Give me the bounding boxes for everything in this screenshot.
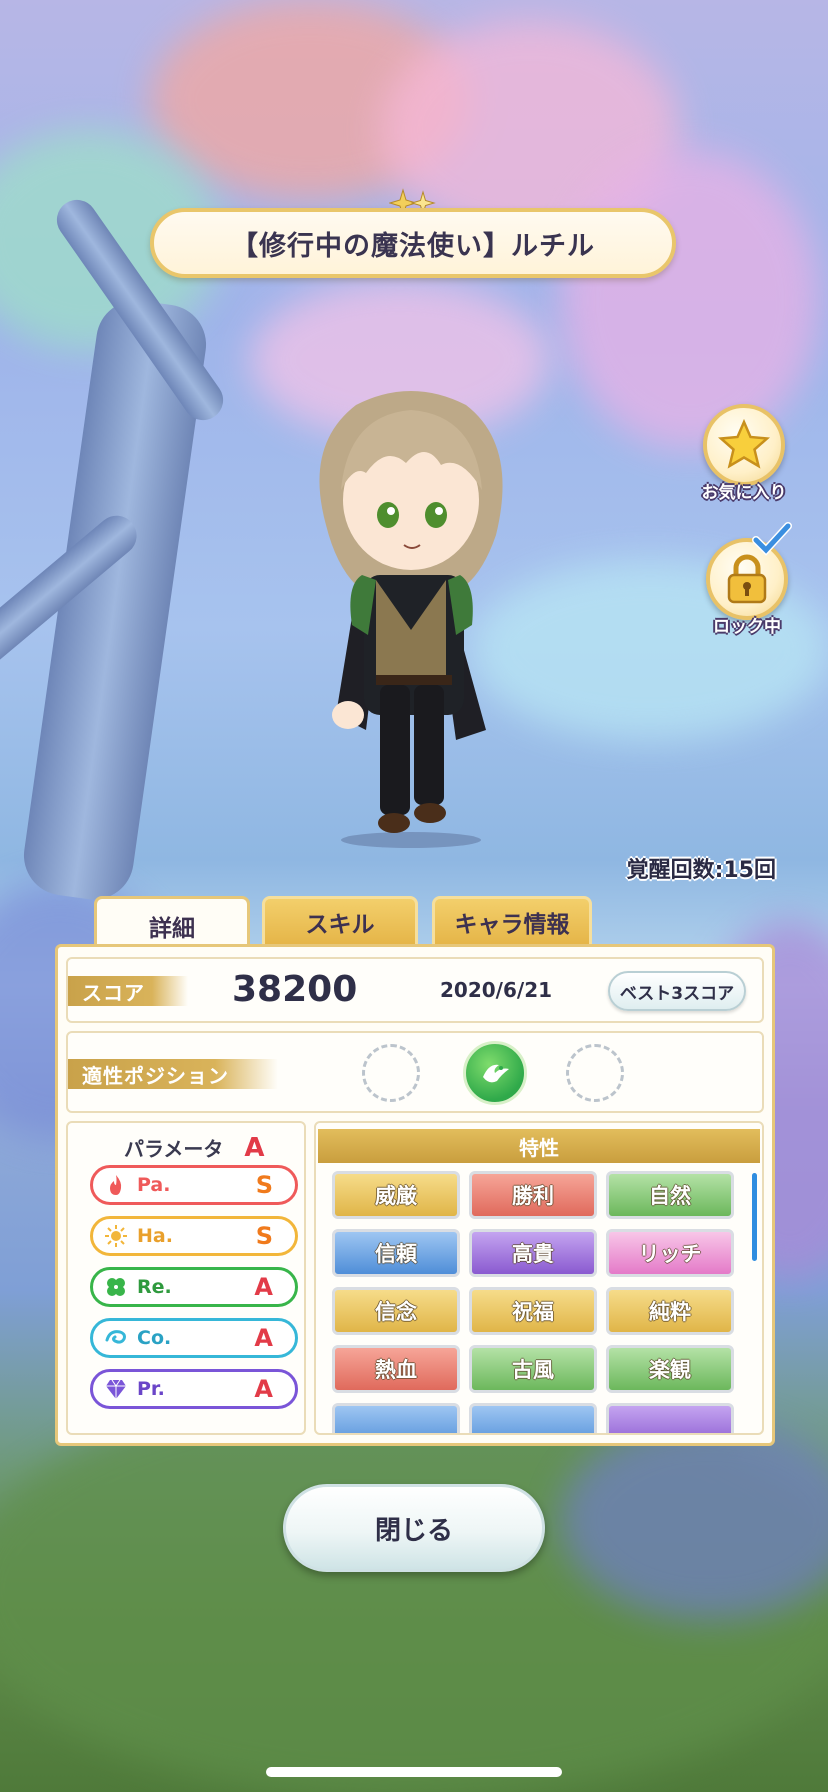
trait-item-partial	[469, 1403, 597, 1433]
awaken-count: 覚醒回数:15回	[626, 858, 776, 883]
parameters-overall-grade: A	[244, 1133, 265, 1163]
favorite-label: お気に入り	[701, 483, 787, 503]
trait-item-partial	[332, 1403, 460, 1433]
trait-item: 熱血	[332, 1345, 460, 1393]
star-icon	[717, 418, 771, 469]
param-grade-ha: S	[255, 1222, 273, 1250]
character-sprite	[319, 391, 503, 848]
param-row-re: Re. A	[90, 1267, 298, 1307]
favorite-button[interactable]: お気に入り	[696, 404, 792, 503]
score-row: スコア 38200 2020/6/21 ベスト3スコア	[66, 957, 764, 1023]
position-slot-active	[463, 1041, 527, 1105]
position-slot-empty-left	[362, 1044, 420, 1102]
position-row: 適性ポジション	[66, 1031, 764, 1113]
param-label-pa: Pa.	[137, 1174, 171, 1196]
param-grade-pr: A	[254, 1375, 273, 1403]
tab-skill-label: スキル	[305, 912, 375, 938]
lock-icon	[727, 554, 767, 604]
parameters-title: パラメータ A	[124, 1133, 265, 1163]
home-indicator[interactable]	[266, 1767, 562, 1777]
trait-item: 楽観	[606, 1345, 734, 1393]
detail-panel: スコア 38200 2020/6/21 ベスト3スコア 適性ポジション パラメー…	[55, 944, 775, 1446]
param-label-re: Re.	[137, 1276, 172, 1298]
trait-item-partial	[606, 1403, 734, 1433]
param-grade-pa: S	[255, 1171, 273, 1199]
trait-item: 勝利	[469, 1171, 597, 1219]
param-grade-co: A	[254, 1324, 273, 1352]
trait-item: 自然	[606, 1171, 734, 1219]
clover-icon	[103, 1274, 129, 1300]
lock-label: ロック中	[713, 617, 781, 637]
trait-item: 信頼	[332, 1229, 460, 1277]
parameters-box: パラメータ A Pa. S Ha. S Re. A Co. A Pr. A	[66, 1121, 306, 1435]
gem-icon	[103, 1376, 129, 1402]
param-row-pa: Pa. S	[90, 1165, 298, 1205]
close-button-label: 閉じる	[374, 1515, 453, 1546]
param-row-pr: Pr. A	[90, 1369, 298, 1409]
trait-item: 高貴	[469, 1229, 597, 1277]
param-label-pr: Pr.	[137, 1378, 165, 1400]
traits-grid: 威厳 勝利 自然 信頼 高貴 リッチ 信念 祝福 純粋 熱血 古風 楽観	[328, 1167, 748, 1433]
trait-item: 威厳	[332, 1171, 460, 1219]
position-slot-empty-right	[566, 1044, 624, 1102]
score-value: 38200	[232, 969, 358, 1010]
trait-item: 祝福	[469, 1287, 597, 1335]
sun-icon	[103, 1223, 129, 1249]
flame-icon	[103, 1172, 129, 1198]
trait-item: 信念	[332, 1287, 460, 1335]
param-grade-re: A	[254, 1273, 273, 1301]
trait-item: リッチ	[606, 1229, 734, 1277]
best3-score-button[interactable]: ベスト3スコア	[608, 971, 746, 1011]
best3-score-label: ベスト3スコア	[619, 983, 735, 1004]
trait-item: 純粋	[606, 1287, 734, 1335]
bird-emblem-icon	[483, 1064, 509, 1083]
close-button[interactable]: 閉じる	[283, 1484, 545, 1572]
card-title: 【修行中の魔法使い】ルチル	[231, 230, 595, 262]
param-label-ha: Ha.	[137, 1225, 173, 1247]
traits-title: 特性	[318, 1129, 760, 1163]
swirl-icon	[103, 1325, 129, 1351]
score-label: スコア	[68, 976, 188, 1006]
tab-character-info-label: キャラ情報	[454, 912, 570, 938]
param-row-ha: Ha. S	[90, 1216, 298, 1256]
traits-scrollbar[interactable]	[752, 1173, 757, 1261]
checkmark-icon	[752, 522, 792, 556]
parameters-title-text: パラメータ	[124, 1137, 224, 1161]
trait-item: 古風	[469, 1345, 597, 1393]
score-date: 2020/6/21	[440, 978, 553, 1002]
param-row-co: Co. A	[90, 1318, 298, 1358]
card-title-banner: 【修行中の魔法使い】ルチル	[150, 208, 676, 278]
favorite-circle	[703, 404, 785, 486]
tab-details-label: 詳細	[149, 915, 195, 942]
tab-character-info[interactable]: キャラ情報	[432, 896, 592, 948]
traits-box: 特性 威厳 勝利 自然 信頼 高貴 リッチ 信念 祝福 純粋 熱血 古風 楽観	[314, 1121, 764, 1435]
param-label-co: Co.	[137, 1327, 172, 1349]
position-label: 適性ポジション	[68, 1059, 278, 1089]
tab-skill[interactable]: スキル	[262, 896, 418, 948]
